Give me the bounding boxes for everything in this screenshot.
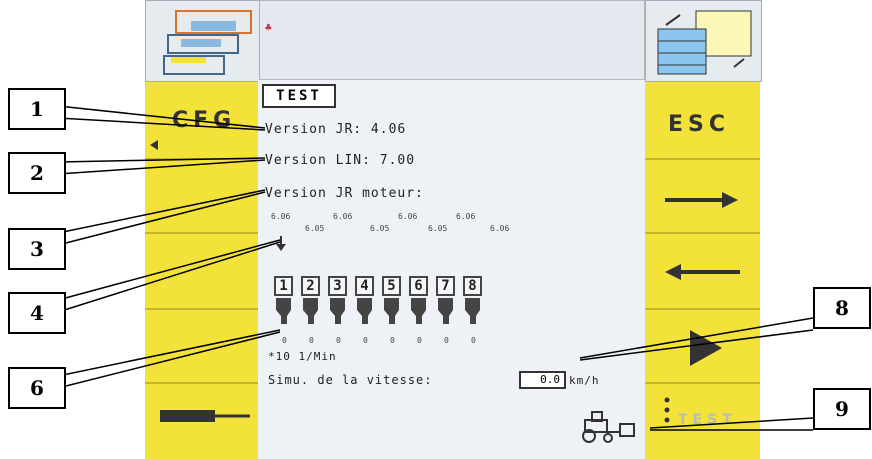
callout-9: 9 — [813, 388, 871, 430]
terminal-screen: ♣ CFG ESC TEST TEST Version JR: 4.06 Ver… — [0, 0, 872, 459]
callout-lines — [57, 105, 814, 431]
callout-4: 4 — [8, 292, 66, 334]
callout-1: 1 — [8, 88, 66, 130]
callout-6: 6 — [8, 367, 66, 409]
callout-3: 3 — [8, 228, 66, 270]
callout-8: 8 — [813, 287, 871, 329]
callout-2: 2 — [8, 152, 66, 194]
